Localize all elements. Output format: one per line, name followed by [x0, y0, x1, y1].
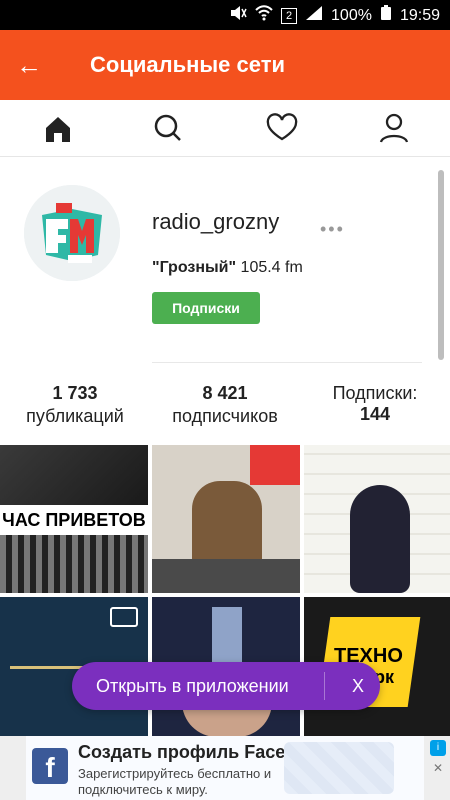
profile-stats: 1 733 публикаций 8 421 подписчиков Подпи… [0, 383, 450, 433]
display-name-rest: 105.4 fm [236, 259, 303, 276]
app-bar: ← Социальные сети [0, 30, 450, 100]
video-camera-icon [110, 607, 138, 627]
post-thumbnail[interactable] [304, 445, 450, 593]
display-name-bold: "Грозный" [152, 259, 237, 276]
heart-icon[interactable] [262, 112, 302, 144]
display-name: "Грозный" 105.4 fm [152, 259, 303, 277]
status-icons: 2 100% 19:59 [229, 5, 440, 26]
followers-count: 8 421 [202, 383, 248, 403]
home-icon[interactable] [38, 112, 78, 144]
desk-image [152, 559, 300, 593]
wifi-icon [255, 5, 273, 26]
stat-posts[interactable]: 1 733 публикаций [0, 383, 150, 427]
signal-icon [305, 5, 323, 26]
following-count: 144 [359, 404, 391, 424]
divider [152, 362, 422, 363]
post-thumbnail[interactable] [152, 445, 300, 593]
open-in-app-label[interactable]: Открыть в приложении [96, 662, 289, 710]
post-overlay-text: ЧАС ПРИВЕТОВ [0, 505, 148, 535]
mixer-image [0, 535, 148, 593]
posts-label: публикаций [26, 406, 124, 426]
ad-illustration-image [284, 742, 394, 794]
ad-close-icon[interactable]: ✕ [430, 760, 446, 776]
close-icon[interactable]: X [352, 662, 364, 710]
stat-followers[interactable]: 8 421 подписчиков [150, 383, 300, 427]
divider [324, 672, 325, 700]
battery-percent: 100% [331, 6, 372, 24]
profile-icon[interactable] [374, 112, 414, 144]
radio-logo-image [250, 445, 300, 485]
ad-banner[interactable]: f Создать профиль Facebook Зарегистрируй… [0, 736, 450, 800]
battery-icon [380, 5, 392, 26]
ad-subtext: Зарегистрируйтесь бесплатно и подключите… [78, 766, 272, 797]
posts-count: 1 733 [52, 383, 98, 403]
instagram-tab-bar [0, 100, 450, 157]
sim-icon: 2 [281, 7, 298, 24]
status-bar: 2 100% 19:59 [0, 0, 450, 30]
person-image [350, 485, 410, 593]
open-in-app-banner[interactable]: Открыть в приложении X [72, 662, 380, 710]
followers-label: подписчиков [172, 406, 278, 426]
search-icon[interactable] [148, 112, 188, 144]
profile-header: radio_grozny ••• "Грозный" 105.4 fm Подп… [0, 157, 450, 445]
username: radio_grozny [152, 209, 280, 234]
back-arrow-icon[interactable]: ← [14, 50, 44, 80]
person-image [192, 481, 262, 571]
scrollbar[interactable] [438, 170, 444, 360]
adchoices-icon[interactable]: i [430, 740, 446, 756]
following-button[interactable]: Подписки [152, 292, 260, 324]
more-options-icon[interactable]: ••• [320, 219, 345, 240]
ad-content[interactable]: f Создать профиль Facebook Зарегистрируй… [26, 736, 424, 800]
app-title: Социальные сети [90, 52, 286, 77]
clock: 19:59 [399, 6, 440, 24]
following-label: Подписки: [332, 383, 418, 403]
post-thumbnail[interactable]: ЧАС ПРИВЕТОВ [0, 445, 148, 593]
facebook-logo-icon: f [32, 748, 68, 784]
avatar[interactable] [24, 185, 120, 281]
mute-icon [229, 5, 247, 26]
stat-following[interactable]: Подписки: 144 [300, 383, 450, 425]
